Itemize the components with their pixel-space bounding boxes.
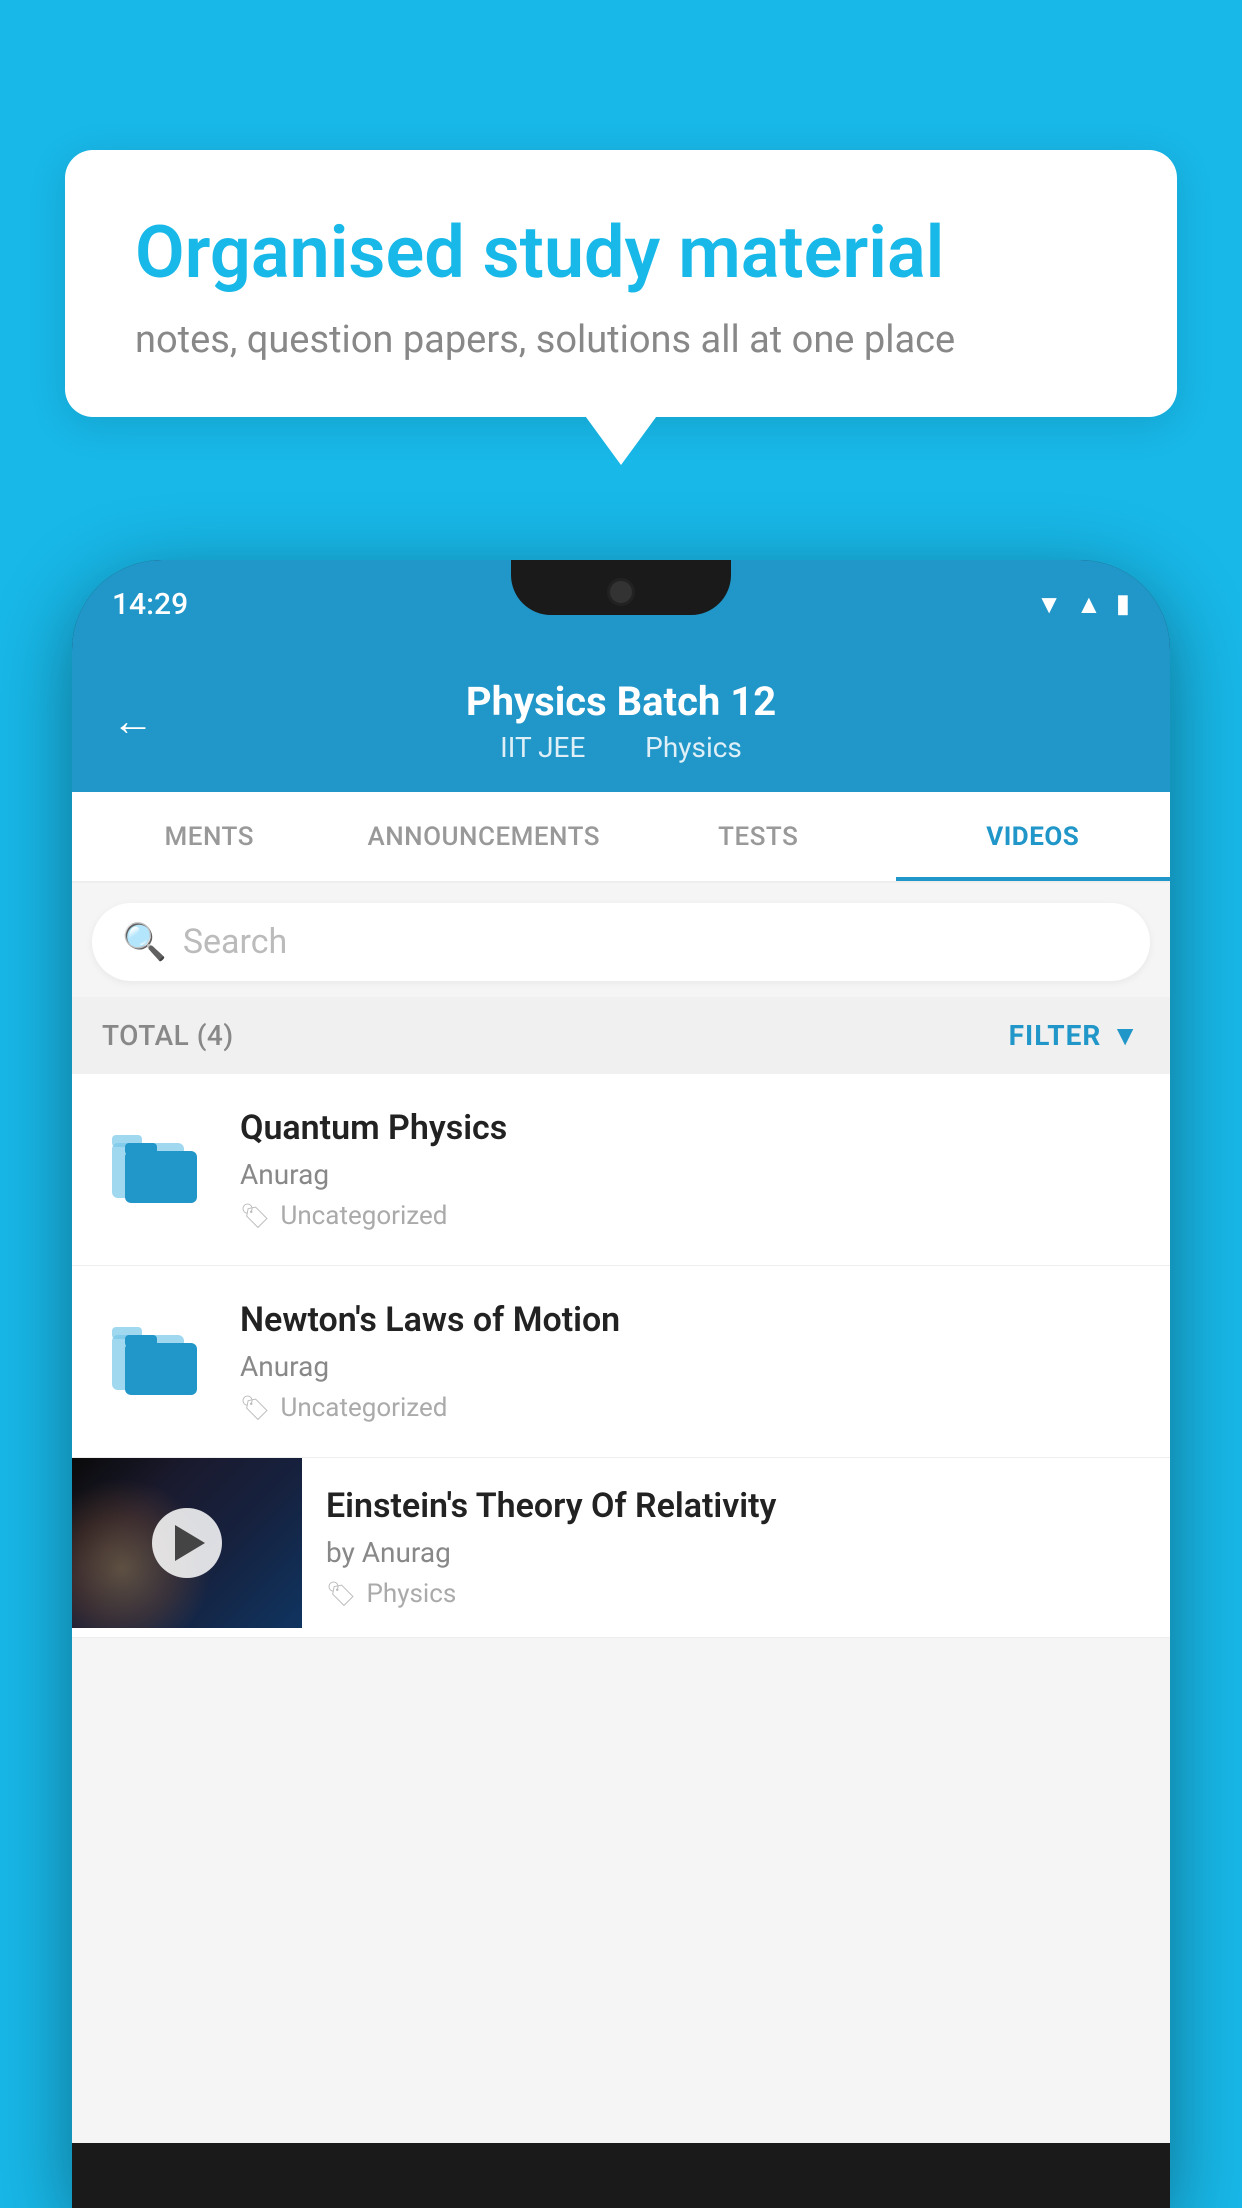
tab-ments[interactable]: MENTS xyxy=(72,792,347,881)
video-title: Quantum Physics xyxy=(240,1108,1140,1148)
signal-icon: ▲ xyxy=(1076,589,1102,620)
batch-subtitle: IIT JEE Physics xyxy=(466,731,776,764)
video-tag: 🏷 Uncategorized xyxy=(240,1201,1140,1231)
video-title: Newton's Laws of Motion xyxy=(240,1300,1140,1340)
phone-content: 🔍 Search TOTAL (4) FILTER ▼ xyxy=(72,883,1170,2143)
batch-title: Physics Batch 12 xyxy=(466,678,776,725)
search-icon: 🔍 xyxy=(122,921,167,963)
bubble-title: Organised study material xyxy=(135,210,1107,296)
status-time: 14:29 xyxy=(112,587,188,622)
subtitle-sep xyxy=(608,731,622,764)
folder-thumbnail xyxy=(102,1108,212,1218)
back-button[interactable]: ← xyxy=(112,697,154,746)
folder-icon xyxy=(107,1305,207,1405)
tab-videos[interactable]: VIDEOS xyxy=(896,792,1171,881)
speech-bubble: Organised study material notes, question… xyxy=(65,150,1177,417)
tag-icon: 🏷 xyxy=(240,1394,270,1422)
header-center: Physics Batch 12 IIT JEE Physics xyxy=(466,678,776,764)
list-item[interactable]: Quantum Physics Anurag 🏷 Uncategorized xyxy=(72,1074,1170,1266)
status-icons: ▼ ▲ ▮ xyxy=(1036,589,1130,620)
video-thumbnail-image xyxy=(72,1458,302,1628)
wifi-icon: ▼ xyxy=(1036,589,1062,620)
video-author: Anurag xyxy=(240,1158,1140,1191)
list-item[interactable]: Einstein's Theory Of Relativity by Anura… xyxy=(72,1458,1170,1638)
tabs-container: MENTS ANNOUNCEMENTS TESTS VIDEOS xyxy=(72,792,1170,883)
tag-label: Uncategorized xyxy=(280,1393,447,1423)
tag-icon: 🏷 xyxy=(240,1202,270,1230)
subtitle-physics: Physics xyxy=(645,731,742,764)
video-info: Quantum Physics Anurag 🏷 Uncategorized xyxy=(240,1108,1140,1231)
tag-label: Uncategorized xyxy=(280,1201,447,1231)
video-author: Anurag xyxy=(240,1350,1140,1383)
tab-tests[interactable]: TESTS xyxy=(621,792,896,881)
filter-bar: TOTAL (4) FILTER ▼ xyxy=(72,997,1170,1074)
folder-thumbnail xyxy=(102,1300,212,1410)
video-info: Newton's Laws of Motion Anurag 🏷 Uncateg… xyxy=(240,1300,1140,1423)
search-bar[interactable]: 🔍 Search xyxy=(92,903,1150,981)
video-title: Einstein's Theory Of Relativity xyxy=(326,1486,1146,1526)
status-bar: 14:29 ▼ ▲ ▮ xyxy=(72,560,1170,648)
phone-frame: 14:29 ▼ ▲ ▮ ← Physics Batch 12 IIT JEE P… xyxy=(72,560,1170,2208)
tab-announcements[interactable]: ANNOUNCEMENTS xyxy=(347,792,622,881)
camera xyxy=(607,578,635,606)
bubble-subtitle: notes, question papers, solutions all at… xyxy=(135,318,1107,362)
play-icon xyxy=(175,1525,205,1561)
folder-icon xyxy=(107,1113,207,1213)
search-placeholder: Search xyxy=(183,922,287,962)
filter-label: FILTER xyxy=(1009,1019,1102,1052)
video-author: by Anurag xyxy=(326,1536,1146,1569)
video-list: Quantum Physics Anurag 🏷 Uncategorized xyxy=(72,1074,1170,1638)
play-button[interactable] xyxy=(152,1508,222,1578)
total-count: TOTAL (4) xyxy=(102,1019,234,1052)
battery-icon: ▮ xyxy=(1116,589,1130,619)
list-item[interactable]: Newton's Laws of Motion Anurag 🏷 Uncateg… xyxy=(72,1266,1170,1458)
video-info: Einstein's Theory Of Relativity by Anura… xyxy=(302,1458,1170,1637)
tag-label: Physics xyxy=(366,1579,456,1609)
subtitle-iitjee: IIT JEE xyxy=(500,731,585,764)
filter-button[interactable]: FILTER ▼ xyxy=(1009,1019,1140,1052)
tag-icon: 🏷 xyxy=(326,1580,356,1608)
video-tag: 🏷 Physics xyxy=(326,1579,1146,1609)
video-tag: 🏷 Uncategorized xyxy=(240,1393,1140,1423)
app-header: ← Physics Batch 12 IIT JEE Physics xyxy=(72,648,1170,792)
filter-icon: ▼ xyxy=(1111,1019,1140,1052)
